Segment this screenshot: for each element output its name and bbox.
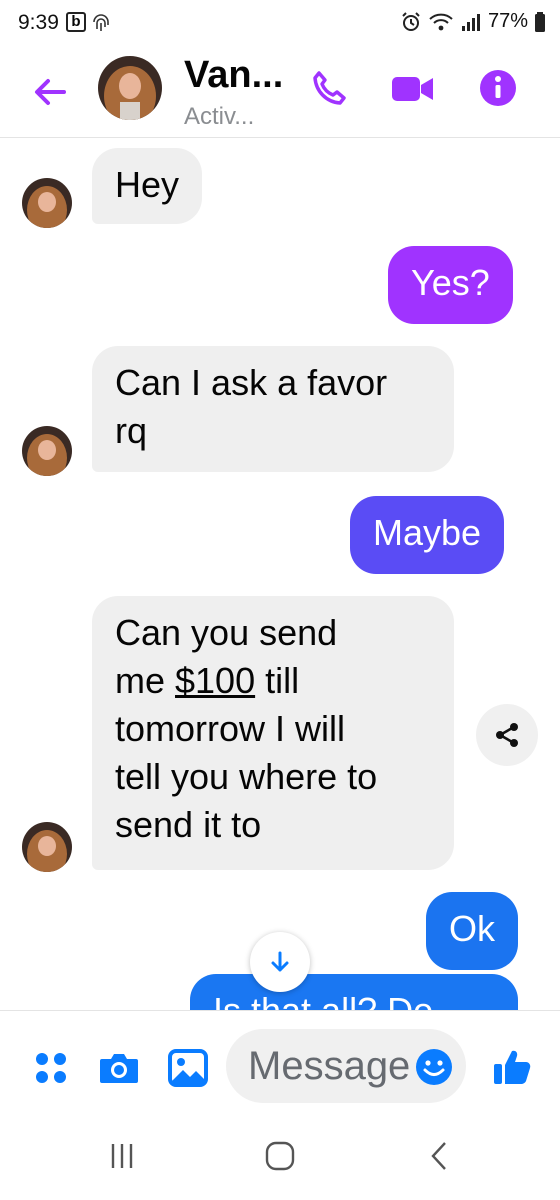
money-amount-link[interactable]: $100 <box>175 660 255 701</box>
four-dots-icon[interactable] <box>34 1051 68 1085</box>
home-icon[interactable] <box>264 1140 296 1172</box>
message-line: me $100 till <box>115 657 431 705</box>
arrow-down-icon <box>271 951 289 972</box>
message-line: tell you where to <box>115 756 378 797</box>
smiley-icon[interactable] <box>414 1047 454 1087</box>
back-arrow-icon[interactable] <box>30 72 70 112</box>
outgoing-message[interactable]: Yes? <box>388 246 513 324</box>
info-icon[interactable] <box>478 68 518 108</box>
incoming-message[interactable]: Hey <box>92 148 203 224</box>
system-navigation-bar <box>0 1116 560 1200</box>
camera-icon[interactable] <box>98 1049 140 1087</box>
battery-icon <box>535 11 545 32</box>
status-time: 9:39 <box>18 11 59 34</box>
contact-name[interactable]: Van... <box>184 54 283 97</box>
outgoing-message[interactable]: Ok <box>426 892 519 970</box>
message-line: send it to <box>115 804 262 845</box>
share-button[interactable] <box>476 704 538 766</box>
scroll-to-bottom-button[interactable] <box>250 932 310 992</box>
incoming-message[interactable]: Can I ask a favor rq <box>92 346 454 472</box>
battery-percent: 77% <box>487 10 528 32</box>
thumbs-up-icon[interactable] <box>492 1047 532 1087</box>
video-camera-icon[interactable] <box>390 68 436 108</box>
contact-active-status: Activ... <box>184 103 255 130</box>
sender-avatar <box>22 178 72 228</box>
status-bar: 9:39 b 77% <box>0 0 560 48</box>
outgoing-message[interactable]: Is that all? Do... <box>190 974 518 1010</box>
contact-avatar[interactable] <box>98 56 162 120</box>
message-line: Can I ask a favor <box>115 362 388 403</box>
share-icon <box>496 723 518 747</box>
alarm-icon <box>402 11 420 31</box>
incoming-message[interactable]: Can you send me $100 till tomorrow I wil… <box>92 596 454 870</box>
wifi-icon <box>429 13 453 30</box>
notification-b-icon: b <box>66 12 86 32</box>
message-line: tomorrow I will <box>115 708 346 749</box>
recent-apps-icon[interactable] <box>106 1140 138 1172</box>
fingerprint-icon <box>93 14 109 31</box>
message-composer <box>0 1010 560 1116</box>
phone-icon[interactable] <box>308 68 348 108</box>
message-line: Can you send <box>115 612 338 653</box>
signal-icon <box>461 13 480 31</box>
back-nav-icon[interactable] <box>424 1140 456 1172</box>
sender-avatar <box>22 822 72 872</box>
conversation-header: Van... Activ... <box>0 48 560 138</box>
image-icon[interactable] <box>168 1049 208 1087</box>
message-text: till <box>255 660 300 701</box>
outgoing-message[interactable]: Maybe <box>350 496 505 574</box>
message-list[interactable]: Hey Yes? Can I ask a favor rq Maybe Can … <box>0 138 560 1010</box>
message-line: rq <box>115 410 148 451</box>
sender-avatar <box>22 426 72 476</box>
message-text: me <box>115 660 176 701</box>
